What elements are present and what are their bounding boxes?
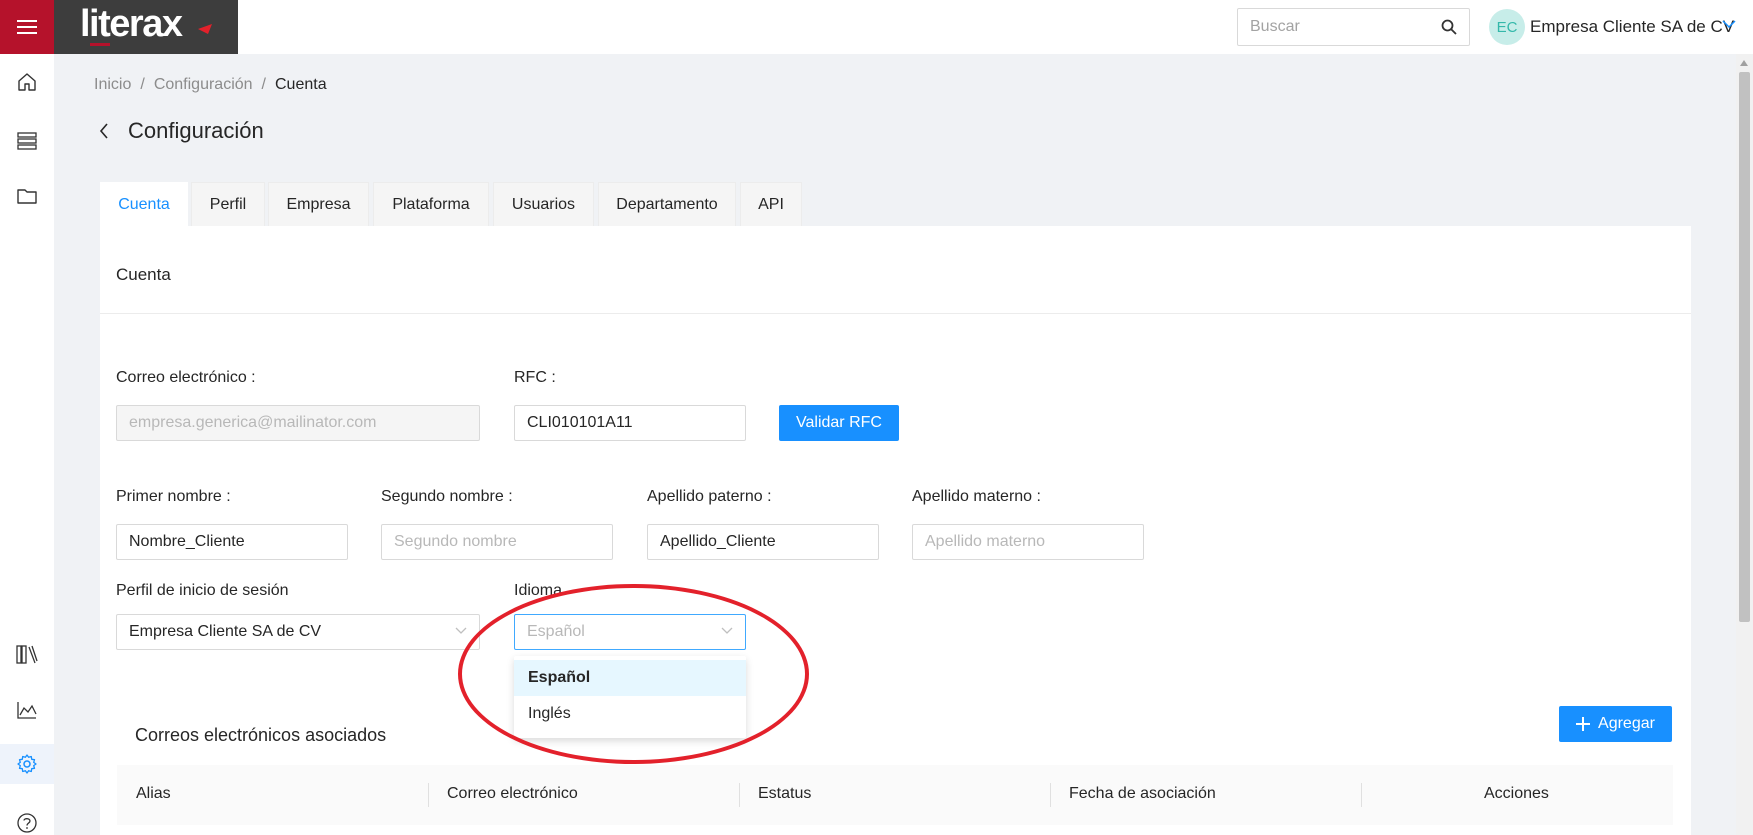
second-name-field[interactable]: [381, 524, 613, 560]
tab-plataforma[interactable]: Plataforma: [373, 182, 489, 226]
plus-icon: [1576, 717, 1591, 731]
rfc-field[interactable]: [514, 405, 746, 441]
chevron-down-icon[interactable]: [1722, 19, 1736, 29]
logo-underline: [90, 43, 110, 46]
sidebar-item-home[interactable]: [0, 62, 54, 102]
sidebar-item-folder[interactable]: [0, 176, 54, 216]
tab-empresa[interactable]: Empresa: [268, 182, 369, 226]
column-alias: Alias: [136, 785, 171, 802]
back-arrow-icon[interactable]: [98, 122, 110, 140]
first-name-label: Primer nombre :: [116, 488, 231, 505]
list-icon: [17, 132, 37, 150]
breadcrumb-cuenta: Cuenta: [275, 76, 327, 93]
add-button-label: Agregar: [1598, 715, 1655, 732]
paternal-label: Apellido paterno :: [647, 488, 772, 505]
column-actions: Acciones: [1484, 785, 1549, 802]
sidebar-item-list[interactable]: [0, 121, 54, 161]
search-box[interactable]: [1237, 8, 1470, 46]
avatar[interactable]: EC: [1489, 9, 1525, 45]
maternal-label: Apellido materno :: [912, 488, 1041, 505]
annotation-ellipse: [458, 584, 809, 764]
scroll-up-arrow[interactable]: [1740, 60, 1748, 66]
login-profile-value: Empresa Cliente SA de CV: [129, 623, 322, 640]
page-title: Configuración: [128, 118, 264, 143]
menu-button[interactable]: [0, 0, 54, 54]
chart-icon: [17, 702, 37, 719]
divider: [100, 313, 1691, 314]
logo-text: literax: [80, 3, 183, 45]
second-name-input[interactable]: [394, 533, 600, 551]
sidebar-item-help[interactable]: [0, 803, 54, 835]
tab-departamento[interactable]: Departamento: [598, 182, 736, 226]
tab-perfil[interactable]: Perfil: [191, 182, 265, 226]
column-separator: [428, 783, 429, 807]
first-name-field[interactable]: [116, 524, 348, 560]
sidebar-item-library[interactable]: [0, 634, 54, 674]
company-name[interactable]: Empresa Cliente SA de CV: [1530, 17, 1734, 37]
folder-icon: [17, 189, 37, 204]
search-icon[interactable]: [1441, 19, 1457, 35]
card-title: Cuenta: [116, 265, 171, 284]
email-input: [129, 414, 467, 432]
section-title: Correos electrónicos asociados: [135, 725, 387, 745]
second-name-label: Segundo nombre :: [381, 488, 513, 505]
paternal-input[interactable]: [660, 533, 866, 551]
paternal-field[interactable]: [647, 524, 879, 560]
home-icon: [18, 73, 36, 91]
validate-rfc-button[interactable]: Validar RFC: [779, 405, 899, 441]
tab-usuarios[interactable]: Usuarios: [493, 182, 594, 226]
topbar: [238, 0, 1753, 54]
maternal-input[interactable]: [925, 533, 1131, 551]
sidebar-item-chart[interactable]: [0, 690, 54, 730]
chevron-down-icon: [455, 627, 467, 634]
table-header: Alias Correo electrónico Estatus Fecha d…: [117, 765, 1673, 825]
logo-mark-icon: [198, 24, 212, 34]
search-input[interactable]: [1250, 18, 1430, 36]
email-field: [116, 405, 480, 441]
breadcrumb-inicio[interactable]: Inicio: [94, 76, 131, 93]
tab-cuenta[interactable]: Cuenta: [100, 182, 188, 226]
first-name-input[interactable]: [129, 533, 335, 551]
rfc-label: RFC :: [514, 369, 556, 386]
column-date: Fecha de asociación: [1069, 785, 1216, 802]
help-icon: [17, 813, 37, 833]
logo[interactable]: literax: [54, 0, 238, 54]
tab-api[interactable]: API: [740, 182, 802, 226]
scroll-thumb[interactable]: [1739, 72, 1750, 622]
maternal-field[interactable]: [912, 524, 1144, 560]
column-separator: [1050, 783, 1051, 807]
rfc-input[interactable]: [527, 414, 733, 432]
hamburger-icon: [17, 20, 37, 34]
sidebar-item-settings[interactable]: [0, 744, 54, 784]
column-separator: [739, 783, 740, 807]
library-icon: [16, 645, 38, 664]
add-button[interactable]: Agregar: [1559, 706, 1672, 742]
column-separator: [1361, 783, 1362, 807]
login-profile-label: Perfil de inicio de sesión: [116, 582, 289, 599]
sidebar: [0, 54, 54, 835]
breadcrumb-configuracion[interactable]: Configuración: [154, 76, 253, 93]
email-label: Correo electrónico :: [116, 369, 256, 386]
column-status: Estatus: [758, 785, 812, 802]
column-email: Correo electrónico: [447, 785, 578, 802]
scrollbar[interactable]: [1736, 54, 1753, 835]
login-profile-select[interactable]: Empresa Cliente SA de CV: [116, 614, 480, 650]
breadcrumb: Inicio / Configuración / Cuenta: [94, 76, 327, 93]
gear-icon: [17, 754, 37, 774]
